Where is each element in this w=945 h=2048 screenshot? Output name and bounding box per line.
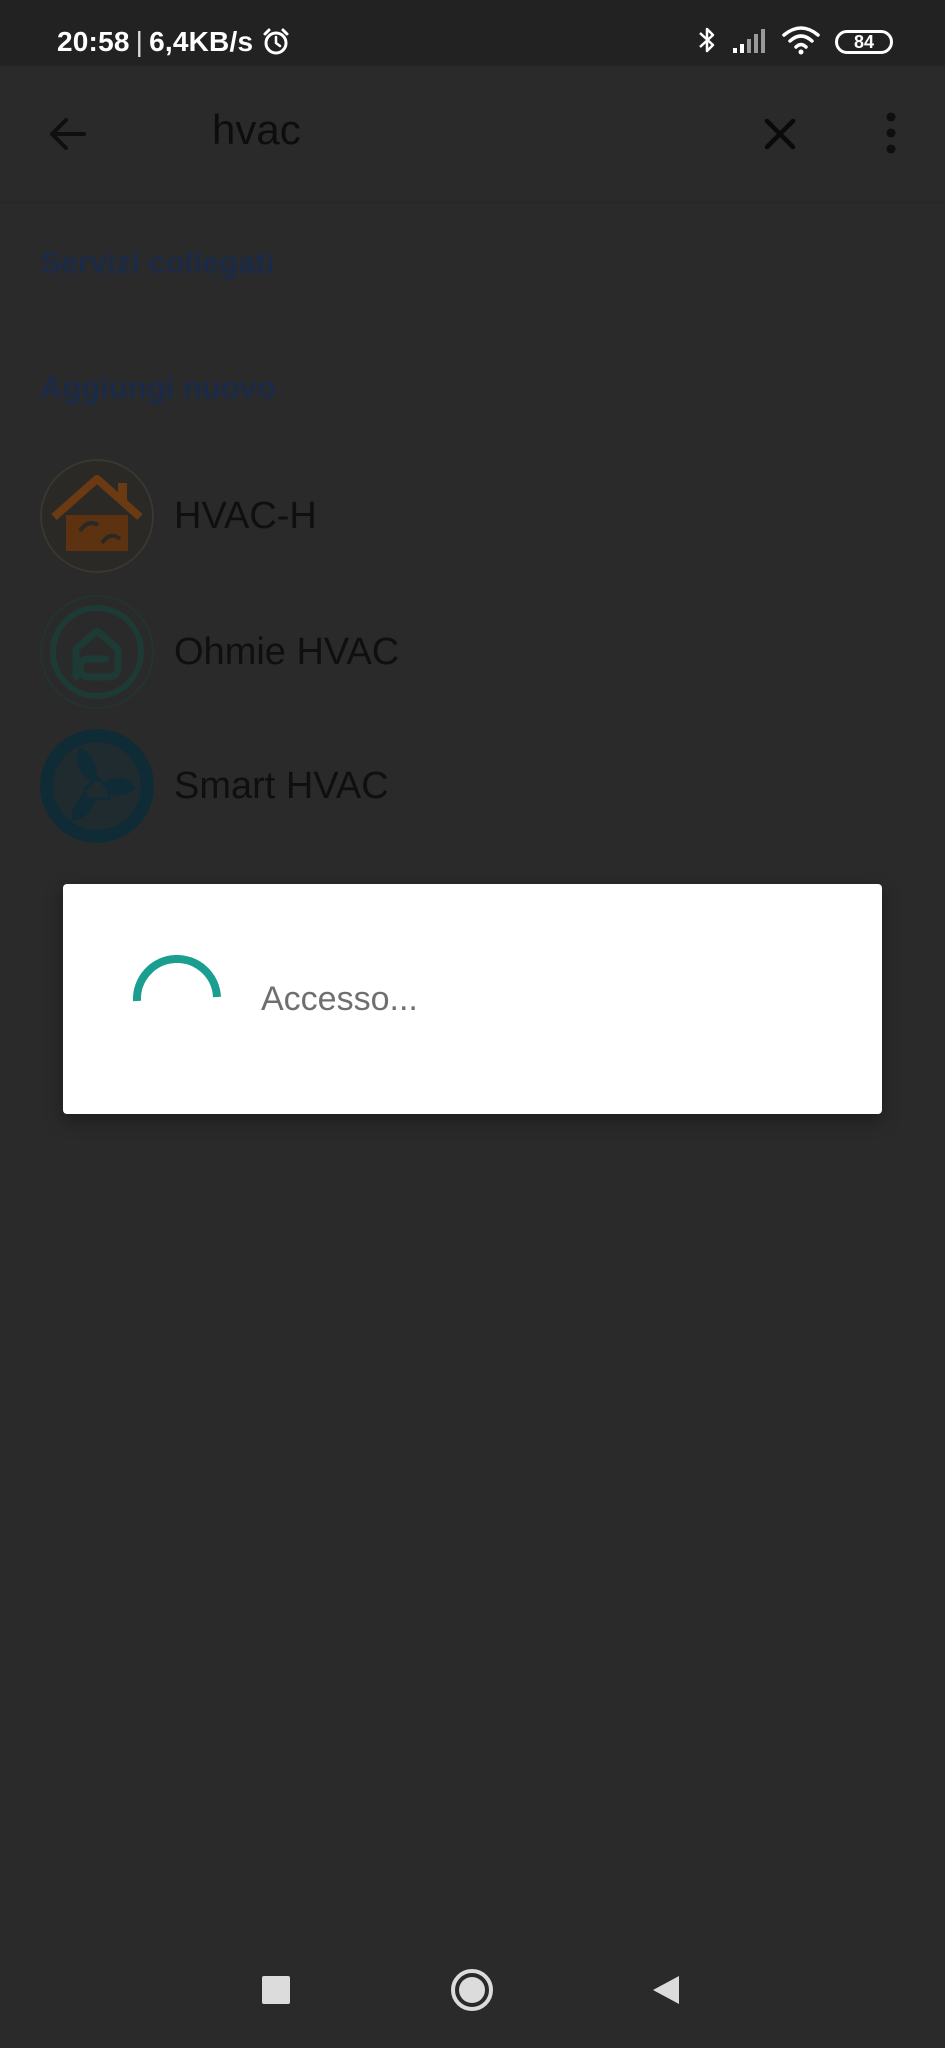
loading-dialog: Accesso... <box>63 884 882 1114</box>
service-label: Ohmie HVAC <box>174 630 400 673</box>
recents-icon[interactable] <box>262 1976 290 2004</box>
alarm-icon <box>261 27 291 57</box>
progress-spinner <box>129 951 225 1047</box>
service-item-ohmie-hvac[interactable]: Ohmie HVAC <box>40 593 910 711</box>
service-item-hvac-h[interactable]: HVAC-H <box>40 457 910 575</box>
ohmie-hvac-logo <box>40 595 154 709</box>
more-vert-icon[interactable] <box>873 106 909 162</box>
status-right: 84 <box>697 24 893 60</box>
dialog-message: Accesso... <box>261 980 418 1018</box>
service-label: HVAC-H <box>174 494 317 537</box>
battery-icon: 84 <box>835 30 893 54</box>
back-icon[interactable] <box>650 1974 682 2006</box>
smart-hvac-logo <box>40 729 154 843</box>
close-icon[interactable] <box>752 106 808 162</box>
hvac-h-logo <box>40 459 154 573</box>
section-title-linked-services: Servizi collegati <box>40 245 275 280</box>
service-label: Smart HVAC <box>174 764 389 807</box>
signal-icon <box>731 26 767 59</box>
system-nav-bar <box>0 1934 945 2048</box>
back-arrow-icon[interactable] <box>40 106 96 162</box>
section-title-add-new: Aggiungi nuovo <box>40 370 276 405</box>
search-input[interactable]: hvac <box>212 106 301 154</box>
wifi-icon <box>781 25 821 60</box>
home-icon[interactable] <box>450 1968 494 2012</box>
status-time: 20:58 <box>57 26 130 57</box>
search-toolbar: hvac <box>0 66 945 203</box>
status-network-speed: 6,4KB/s <box>149 26 254 57</box>
status-separator: | <box>135 26 144 57</box>
status-left: 20:58 | 6,4KB/s <box>57 24 291 60</box>
service-item-smart-hvac[interactable]: Smart HVAC <box>40 727 910 845</box>
bluetooth-icon <box>697 25 717 60</box>
status-bar: 20:58 | 6,4KB/s 84 <box>0 0 945 66</box>
